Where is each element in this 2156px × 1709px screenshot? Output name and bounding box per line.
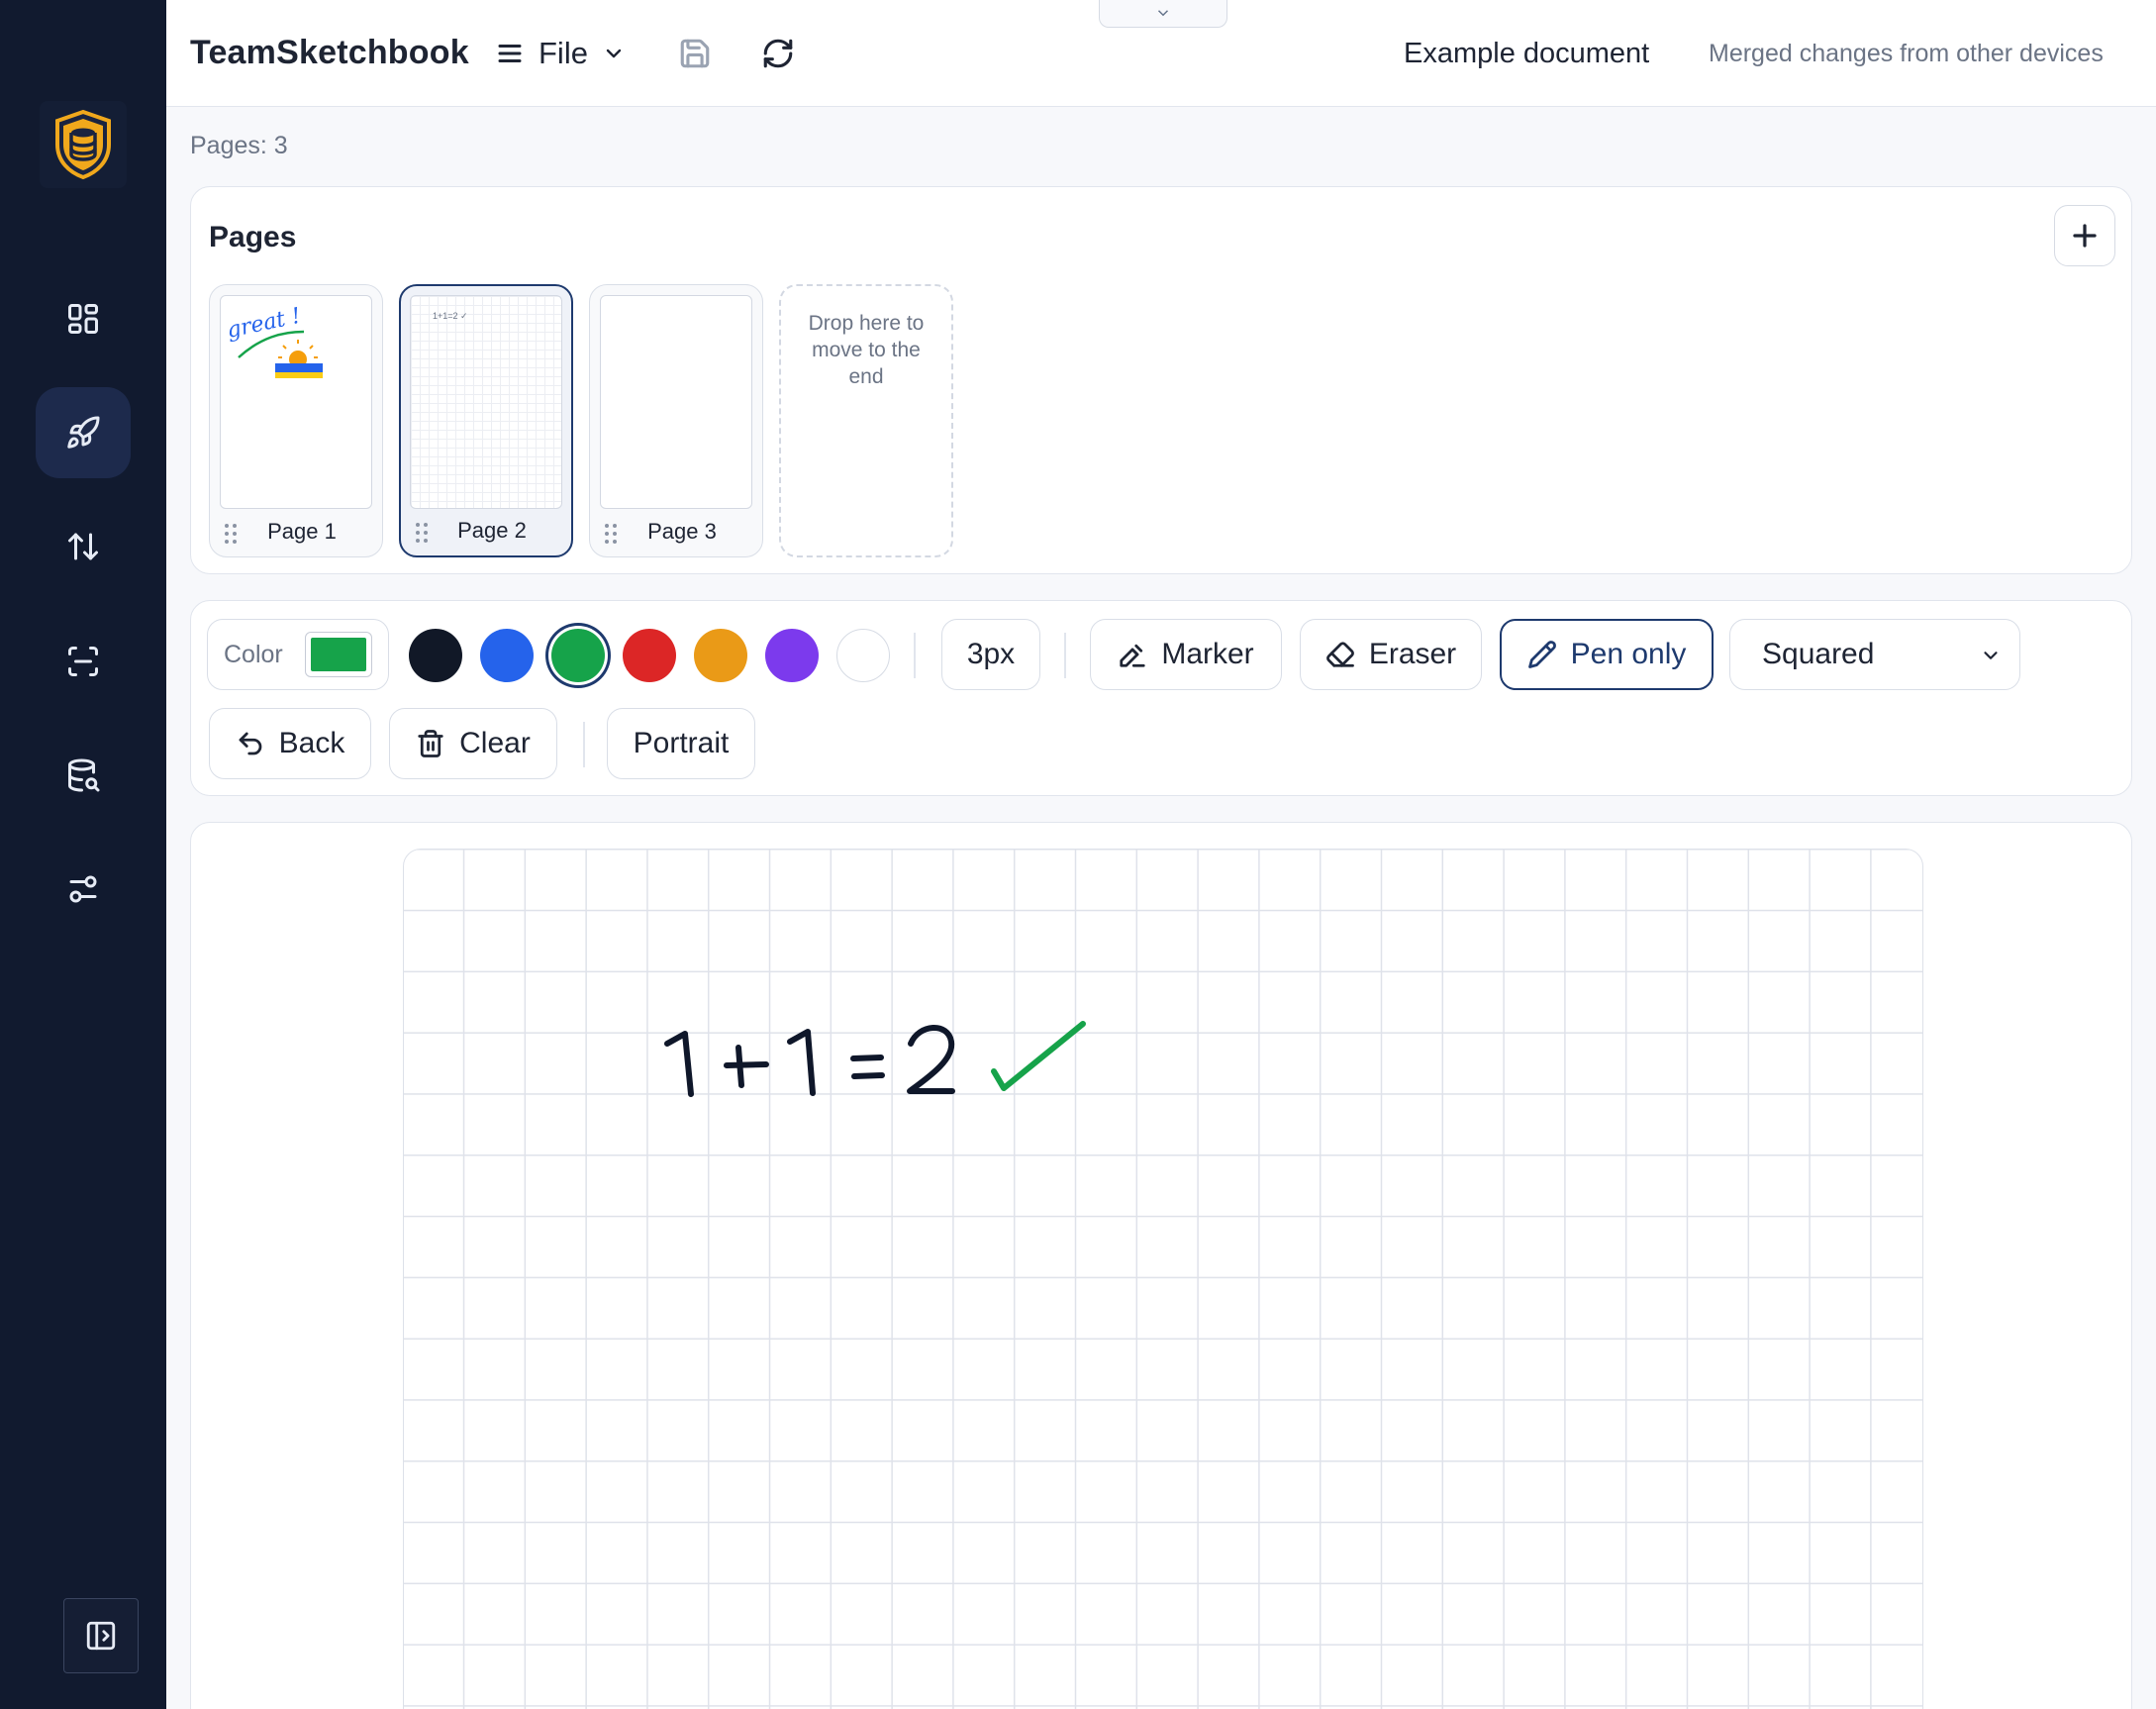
chevron-down-icon <box>1157 9 1169 16</box>
color-white[interactable] <box>836 629 890 682</box>
marker-label: Marker <box>1161 638 1254 670</box>
page-thumbnail: 1+1=2 ✓ <box>410 295 562 509</box>
plus-icon <box>2073 224 2097 248</box>
orientation-label: Portrait <box>633 727 730 759</box>
orientation-button[interactable]: Portrait <box>607 708 755 779</box>
sidebar-expand-icon <box>86 1621 116 1651</box>
nav-scan[interactable] <box>36 616 131 707</box>
app-logo[interactable] <box>40 101 127 188</box>
page-thumbnail: great ! <box>220 295 372 509</box>
eraser-label: Eraser <box>1368 638 1457 670</box>
divider <box>583 722 585 767</box>
nav-dashboard[interactable] <box>36 273 131 364</box>
nav-database-search[interactable] <box>36 730 131 821</box>
page-label: Page 2 <box>457 518 527 543</box>
nav-transfer[interactable] <box>36 501 131 592</box>
color-black[interactable] <box>409 629 462 682</box>
clear-label: Clear <box>459 727 531 759</box>
marker-button[interactable]: Marker <box>1090 619 1282 690</box>
scan-icon <box>68 647 98 676</box>
eraser-icon <box>1325 642 1354 667</box>
chevron-down-icon <box>606 49 622 58</box>
pages-count: Pages: 3 <box>190 132 288 159</box>
trash-icon <box>418 730 443 757</box>
page-card[interactable]: Page 3 <box>589 284 763 557</box>
dashboard-icon <box>68 304 98 334</box>
color-label: Color <box>224 640 283 668</box>
divider <box>1064 633 1066 678</box>
drawing-canvas[interactable] <box>403 849 1923 1709</box>
save-button[interactable] <box>671 30 719 77</box>
color-red[interactable] <box>623 629 676 682</box>
clear-button[interactable]: Clear <box>389 708 557 779</box>
rocket-icon <box>67 416 100 449</box>
pen-only-toggle[interactable]: Pen only <box>1500 619 1714 690</box>
arrows-up-down-icon <box>68 533 98 560</box>
back-button[interactable]: Back <box>209 708 371 779</box>
page-card-selected[interactable]: 1+1=2 ✓ Page 2 <box>399 284 573 557</box>
topbar: TeamSketchbook File Example document Mer… <box>166 0 2156 107</box>
undo-icon <box>239 732 261 755</box>
color-picker[interactable]: Color <box>207 619 389 690</box>
page-card[interactable]: great ! Page 1 <box>209 284 383 557</box>
file-menu-label: File <box>539 36 588 70</box>
page-label: Page 3 <box>647 519 717 544</box>
refresh-icon <box>763 39 793 68</box>
sidebar <box>0 0 166 1709</box>
sync-button[interactable] <box>754 30 802 77</box>
ink-equation-strokes <box>664 1025 955 1097</box>
save-icon <box>680 39 710 68</box>
pen-only-label: Pen only <box>1570 638 1687 670</box>
pencil-icon <box>1527 641 1556 668</box>
app-root: TeamSketchbook File Example document Mer… <box>0 0 2156 1709</box>
topbar-toggle[interactable] <box>1099 0 1227 28</box>
stroke-width-value: 3px <box>966 638 1016 670</box>
current-color-fill <box>311 638 366 671</box>
menu-icon <box>498 45 522 62</box>
color-orange[interactable] <box>694 629 747 682</box>
chevron-down-icon <box>1984 652 1998 659</box>
page-1-drawing: great ! <box>225 304 323 378</box>
marker-icon <box>1120 644 1145 667</box>
color-purple[interactable] <box>765 629 819 682</box>
check-mark-stroke <box>991 1021 1086 1091</box>
color-green[interactable] <box>551 629 605 682</box>
app-name: TeamSketchbook <box>190 34 469 71</box>
page-2-drawing: 1+1=2 ✓ <box>433 311 468 321</box>
color-blue[interactable] <box>480 629 534 682</box>
settings-sliders-icon <box>69 875 97 903</box>
eraser-button[interactable]: Eraser <box>1300 619 1482 690</box>
canvas-ink <box>664 1021 1086 1097</box>
canvas-panel <box>190 822 2132 1709</box>
nav-launch[interactable] <box>36 387 131 478</box>
divider <box>914 633 916 678</box>
pages-title: Pages <box>209 221 297 253</box>
page-thumbnail <box>600 295 752 509</box>
current-color-swatch[interactable] <box>305 632 372 677</box>
document-title[interactable]: Example document <box>1404 38 1649 70</box>
nav-settings[interactable] <box>36 844 131 935</box>
drop-zone[interactable]: Drop here to move to the end <box>779 284 953 557</box>
file-menu-button[interactable]: File <box>495 32 626 75</box>
stroke-width-button[interactable]: 3px <box>941 619 1040 690</box>
paper-style-select[interactable]: Squared <box>1729 619 2020 690</box>
add-page-button[interactable] <box>2054 205 2115 266</box>
sidebar-collapse-button[interactable] <box>63 1598 139 1673</box>
database-search-icon <box>68 758 100 792</box>
page-1-ink-text: great ! <box>225 304 303 344</box>
page-label: Page 1 <box>267 519 337 544</box>
back-label: Back <box>278 727 345 759</box>
sync-status: Merged changes from other devices <box>1709 40 2104 67</box>
pages-panel: Pages great ! Page 1 1+1=2 ✓ Page 2 Page… <box>190 186 2132 574</box>
database-shield-logo <box>55 109 111 180</box>
page-2-ink-text: 1+1=2 ✓ <box>433 311 468 321</box>
paper-style-value: Squared <box>1762 638 1875 670</box>
drawing-toolbar: Color 3px Marker Eraser Pen only Squared… <box>190 600 2132 796</box>
